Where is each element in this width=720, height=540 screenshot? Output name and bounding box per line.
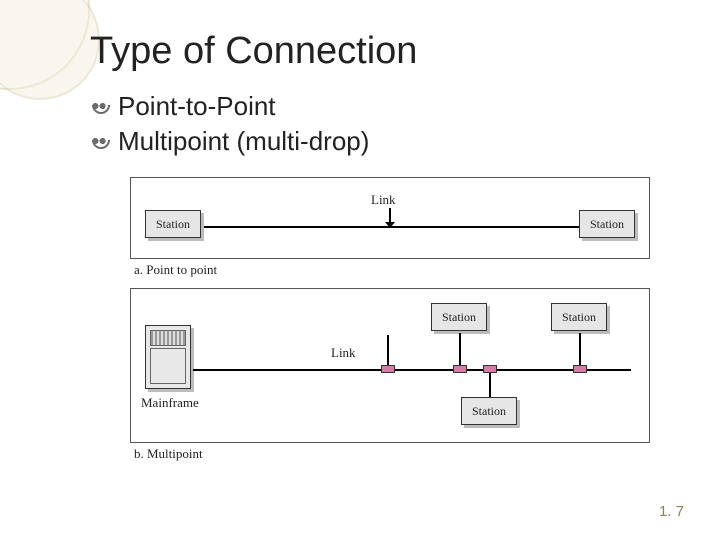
panel-multipoint: Mainframe Link Station Station Station: [130, 288, 650, 443]
station-box-1: Station: [431, 303, 487, 331]
multipoint-link-line: [193, 369, 631, 371]
slide-title: Type of Connection: [90, 30, 670, 73]
drop-line: [459, 333, 461, 365]
mainframe-label: Mainframe: [141, 395, 199, 411]
panel-a-caption: a. Point to point: [134, 262, 650, 278]
drop-line: [579, 333, 581, 365]
panel-b-caption: b. Multipoint: [134, 446, 650, 462]
mainframe-box: [145, 325, 191, 389]
station-box-right: Station: [579, 210, 635, 238]
arrowhead-icon: [385, 222, 395, 228]
drop-line: [387, 335, 389, 365]
tap-node: [381, 365, 395, 373]
drop-line: [489, 373, 491, 397]
station-box-2: Station: [551, 303, 607, 331]
page-number: 1. 7: [659, 503, 684, 520]
link-label: Link: [371, 192, 396, 208]
tap-node: [453, 365, 467, 373]
figure: Link Station Station a. Point to point M…: [130, 177, 650, 462]
panel-point-to-point: Link Station Station: [130, 177, 650, 259]
bullet-list: Point-to-Point Multipoint (multi-drop): [90, 91, 670, 157]
station-box-left: Station: [145, 210, 201, 238]
tap-node: [483, 365, 497, 373]
tap-node: [573, 365, 587, 373]
bullet-item: Point-to-Point: [90, 91, 670, 122]
bullet-item: Multipoint (multi-drop): [90, 126, 670, 157]
station-box-3: Station: [461, 397, 517, 425]
slide: Type of Connection Point-to-Point Multip…: [0, 0, 720, 540]
link-label-b: Link: [331, 345, 356, 361]
